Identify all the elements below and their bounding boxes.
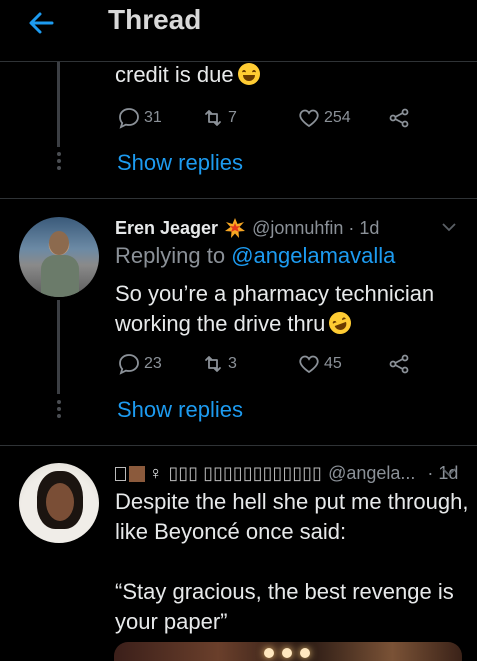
- like-count: 45: [324, 355, 342, 372]
- reply-button[interactable]: 23: [117, 351, 162, 377]
- tweet-text-line: Despite the hell she put me through,: [115, 489, 469, 514]
- author-name[interactable]: Eren Jeager: [115, 218, 218, 239]
- tweet-menu-button[interactable]: [441, 464, 457, 480]
- back-button[interactable]: [24, 6, 58, 40]
- tweet-actions: 23 3 45: [117, 351, 417, 377]
- retweet-button[interactable]: 7: [201, 105, 237, 131]
- author-name[interactable]: ▯▯▯ ▯▯▯▯▯▯▯▯▯▯▯▯: [169, 463, 323, 484]
- like-icon: [299, 109, 319, 128]
- chevron-down-icon: [442, 468, 456, 477]
- laughing-emoji-icon: [326, 308, 355, 338]
- show-replies-link[interactable]: Show replies: [117, 150, 243, 176]
- thread-dots[interactable]: [55, 400, 62, 421]
- tweet-author-line: Eren Jeager @jonnuhfin · 1d: [115, 217, 379, 239]
- explosion-emoji-icon: [224, 217, 246, 239]
- share-button[interactable]: [387, 105, 414, 131]
- share-button[interactable]: [387, 351, 414, 377]
- divider: [0, 198, 477, 199]
- replying-to: Replying to @angelamavalla: [115, 243, 395, 269]
- tweet-media-image[interactable]: [114, 642, 462, 661]
- like-count: 254: [324, 109, 351, 126]
- thread-dots[interactable]: [55, 152, 62, 173]
- retweet-icon: [205, 110, 221, 126]
- tweet-text-line: “Stay gracious, the best revenge is: [115, 579, 454, 604]
- chevron-down-icon: [442, 223, 456, 232]
- author-handle: @jonnuhfin · 1d: [252, 217, 380, 238]
- replying-to-label: Replying to: [115, 243, 226, 268]
- tweet-text: So you’re a pharmacy technician working …: [115, 279, 434, 339]
- thread-line: [57, 300, 60, 394]
- show-replies-link[interactable]: Show replies: [117, 397, 243, 423]
- like-icon: [299, 355, 319, 374]
- tweet-text: credit is due: [115, 60, 260, 90]
- author-handle: @angela...: [328, 463, 416, 483]
- back-arrow-icon: [29, 12, 54, 34]
- like-button[interactable]: 254: [297, 105, 351, 131]
- mention-link[interactable]: @angelamavalla: [231, 243, 395, 268]
- retweet-icon: [205, 356, 221, 372]
- tweet-text-line: working the drive thru: [115, 311, 326, 336]
- tweet-actions: 31 7 254: [117, 105, 417, 131]
- retweet-count: 7: [228, 109, 237, 126]
- author-name-symbol[interactable]: ♀: [149, 463, 163, 484]
- tweet-text-line: credit is due: [115, 62, 234, 87]
- tweet-text-line: So you’re a pharmacy technician: [115, 281, 435, 306]
- reply-button[interactable]: 31: [117, 105, 162, 131]
- page-title: Thread: [108, 4, 202, 35]
- tweet-author-line: ♀ ▯▯▯ ▯▯▯▯▯▯▯▯▯▯▯▯ @angela... · 1d: [115, 463, 458, 484]
- reply-count: 23: [144, 355, 162, 372]
- top-bar: Thread: [0, 0, 477, 62]
- reply-icon: [119, 108, 139, 129]
- retweet-button[interactable]: 3: [201, 351, 237, 377]
- tweet-text-line: like Beyoncé once said:: [115, 519, 347, 544]
- like-button[interactable]: 45: [297, 351, 342, 377]
- thread-line: [57, 62, 60, 147]
- reply-icon: [119, 354, 139, 375]
- divider: [0, 445, 477, 446]
- retweet-count: 3: [228, 355, 237, 372]
- share-icon: [389, 108, 409, 128]
- tweet-menu-button[interactable]: [441, 219, 457, 235]
- avatar[interactable]: [19, 217, 99, 297]
- flag-glyph: [115, 466, 126, 481]
- tweet-text-line: your paper”: [115, 609, 228, 634]
- grinning-emoji-icon: [237, 63, 260, 85]
- skin-tone-glyph: [129, 465, 145, 482]
- reply-count: 31: [144, 109, 162, 126]
- share-icon: [389, 354, 409, 374]
- avatar[interactable]: [19, 463, 99, 543]
- tweet-text: Despite the hell she put me through, lik…: [115, 487, 468, 637]
